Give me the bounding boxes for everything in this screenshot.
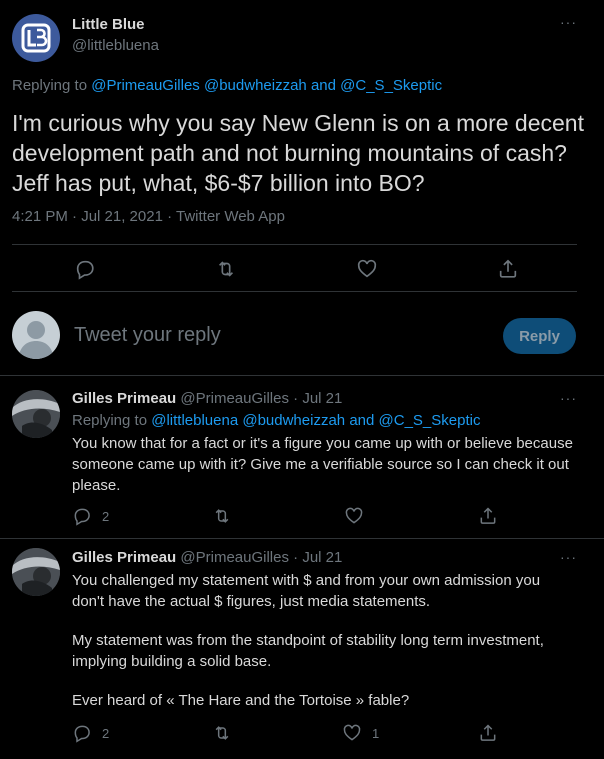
reply-input[interactable]: Tweet your reply [74, 324, 221, 347]
author-handle[interactable]: @PrimeauGilles [180, 549, 289, 566]
default-user-icon [18, 321, 54, 359]
retweet-icon[interactable] [212, 506, 232, 526]
reply-icon[interactable] [74, 258, 96, 280]
reply-header: Gilles Primeau @PrimeauGilles · Jul 21 [72, 390, 342, 407]
mention-and[interactable]: and [349, 412, 374, 429]
like-count: 1 [372, 725, 380, 741]
more-options-icon[interactable]: ··· [560, 549, 577, 565]
mention-link[interactable]: @C_S_Skeptic [340, 77, 442, 94]
reply-icon[interactable] [72, 723, 92, 743]
divider [0, 538, 604, 539]
divider [0, 375, 604, 376]
reply-header: Gilles Primeau @PrimeauGilles · Jul 21 [72, 549, 342, 566]
replying-to-label: Replying to [72, 412, 148, 429]
author-handle[interactable]: @littlebluena [72, 37, 159, 54]
author-name[interactable]: Gilles Primeau [72, 390, 176, 407]
share-action[interactable] [478, 723, 498, 743]
author-handle[interactable]: @PrimeauGilles [180, 390, 289, 407]
author-name[interactable]: Gilles Primeau [72, 549, 176, 566]
like-action[interactable] [344, 506, 364, 526]
share-icon[interactable] [478, 723, 498, 743]
mention-link[interactable]: @budwheizzah [204, 77, 307, 94]
tweet-meta[interactable]: 4:21 PM · Jul 21, 2021 · Twitter Web App [12, 208, 285, 225]
profile-photo-icon [12, 548, 60, 596]
share-icon[interactable] [478, 506, 498, 526]
retweet-action[interactable] [212, 723, 232, 743]
retweet-icon[interactable] [212, 723, 232, 743]
avatar[interactable] [12, 14, 60, 62]
tweet-actions [0, 256, 604, 280]
reply-text: You challenged my statement with $ and f… [72, 572, 541, 610]
like-icon[interactable] [356, 258, 378, 280]
replying-to: Replying to @littlebluena @budwheizzah a… [72, 412, 480, 429]
mention-and[interactable]: and [311, 77, 336, 94]
reply-text: My statement was from the standpoint of … [72, 632, 544, 670]
replying-to-label: Replying to [12, 77, 88, 94]
reply-button[interactable]: Reply [503, 318, 576, 354]
replying-to: Replying to @PrimeauGilles @budwheizzah … [12, 77, 442, 94]
mention-link[interactable]: @littlebluena [151, 412, 238, 429]
share-icon[interactable] [497, 258, 519, 280]
user-avatar-placeholder [12, 311, 60, 359]
divider [12, 291, 577, 292]
retweet-icon[interactable] [215, 258, 237, 280]
profile-photo-icon [12, 390, 60, 438]
reply-count: 2 [102, 508, 110, 524]
reply-text: You know that for a fact or it's a figur… [72, 435, 573, 494]
reply-action[interactable]: 2 [72, 723, 109, 743]
avatar[interactable] [12, 390, 60, 438]
reply-text: Ever heard of « The Hare and the Tortois… [72, 692, 410, 709]
tweet-text: I'm curious why you say New Glenn is on … [12, 110, 584, 196]
reply-count: 2 [102, 725, 110, 741]
mention-link[interactable]: @budwheizzah [242, 412, 345, 429]
reply-date[interactable]: · Jul 21 [293, 549, 342, 566]
avatar[interactable] [12, 548, 60, 596]
author-name[interactable]: Little Blue [72, 16, 145, 33]
reply-icon[interactable] [72, 506, 92, 526]
share-action[interactable] [478, 506, 498, 526]
reply-date[interactable]: · Jul 21 [293, 390, 342, 407]
like-action[interactable]: 1 [342, 723, 379, 743]
retweet-action[interactable] [212, 506, 232, 526]
more-options-icon[interactable]: ··· [560, 14, 577, 30]
like-icon[interactable] [342, 723, 362, 743]
more-options-icon[interactable]: ··· [560, 390, 577, 406]
little-blue-logo-icon [21, 23, 51, 53]
mention-link[interactable]: @PrimeauGilles [91, 77, 200, 94]
mention-link[interactable]: @C_S_Skeptic [379, 412, 481, 429]
reply-action[interactable]: 2 [72, 506, 109, 526]
like-icon[interactable] [344, 506, 364, 526]
divider [12, 244, 577, 245]
